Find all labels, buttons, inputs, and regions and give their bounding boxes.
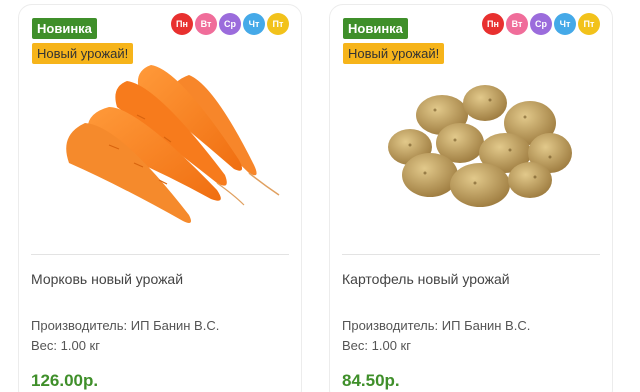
price: 126.00р. xyxy=(31,371,99,390)
day-wednesday: Ср xyxy=(530,13,552,35)
day-monday: Пн xyxy=(482,13,504,35)
divider xyxy=(31,254,289,255)
carrot-image[interactable] xyxy=(39,45,283,245)
product-card[interactable]: Новинка Новый урожай! Пн Вт Ср Чт Пт xyxy=(18,4,302,392)
producer-info: Производитель: ИП Банин В.С. xyxy=(31,318,220,333)
product-name[interactable]: Картофель новый урожай xyxy=(342,271,510,287)
carrot-icon xyxy=(66,65,280,223)
day-tuesday: Вт xyxy=(195,13,217,35)
product-name[interactable]: Морковь новый урожай xyxy=(31,271,183,287)
day-thursday: Чт xyxy=(554,13,576,35)
day-tuesday: Вт xyxy=(506,13,528,35)
weight-info: Вес: 1.00 кг xyxy=(31,338,100,353)
potato-icon xyxy=(388,85,572,207)
new-badge: Новинка xyxy=(343,18,408,39)
new-harvest-badge: Новый урожай! xyxy=(32,43,134,64)
day-thursday: Чт xyxy=(243,13,265,35)
day-friday: Пт xyxy=(267,13,289,35)
day-wednesday: Ср xyxy=(219,13,241,35)
delivery-days: Пн Вт Ср Чт Пт xyxy=(482,13,600,35)
day-monday: Пн xyxy=(171,13,193,35)
producer-info: Производитель: ИП Банин В.С. xyxy=(342,318,531,333)
new-harvest-badge: Новый урожай! xyxy=(343,43,445,64)
price: 84.50р. xyxy=(342,371,400,390)
divider xyxy=(342,254,600,255)
weight-info: Вес: 1.00 кг xyxy=(342,338,411,353)
potato-image[interactable] xyxy=(350,45,594,245)
new-badge: Новинка xyxy=(32,18,97,39)
product-card[interactable]: Новинка Новый урожай! Пн Вт Ср Чт Пт xyxy=(329,4,613,392)
delivery-days: Пн Вт Ср Чт Пт xyxy=(171,13,289,35)
day-friday: Пт xyxy=(578,13,600,35)
